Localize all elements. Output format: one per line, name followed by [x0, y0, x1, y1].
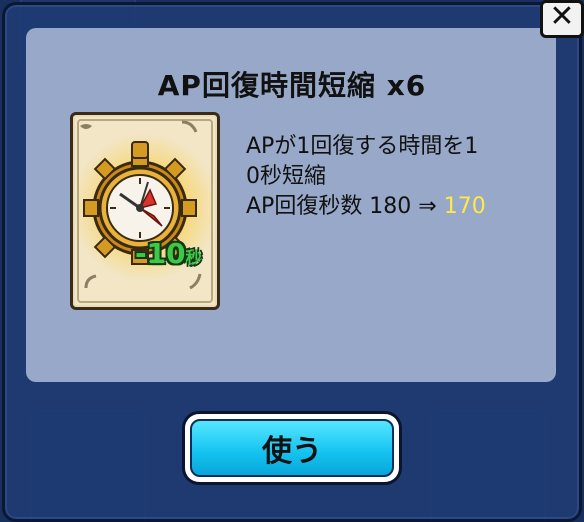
description-line: APが1回復する時間を1 [246, 134, 479, 159]
item-card: -10秒 [70, 112, 220, 310]
card-badge: -10秒 [135, 237, 202, 270]
card-badge-unit: 秒 [185, 248, 202, 267]
close-button[interactable]: ✕ [540, 0, 584, 38]
use-button-face: 使う [190, 419, 394, 477]
item-description: APが1回復する時間を1 0秒短縮 AP回復秒数 180 ⇒ 170 [246, 132, 536, 222]
game-screen: AP回復時間短縮 x6 -10秒 APが1回復する時間を1 0秒短縮 AP回復秒… [0, 0, 584, 522]
ap-recovery-label: AP回復秒数 180 ⇒ [246, 194, 444, 219]
description-line: 0秒短縮 [246, 164, 326, 189]
item-title: AP回復時間短縮 x6 [157, 69, 427, 102]
card-badge-value: -10 [135, 237, 186, 270]
use-button[interactable]: 使う [185, 414, 399, 482]
ap-recovery-line: AP回復秒数 180 ⇒ 170 [246, 192, 536, 222]
close-icon: ✕ [549, 0, 575, 34]
ap-recovery-new-value: 170 [443, 194, 486, 219]
stopwatch-gear-icon [80, 120, 202, 290]
